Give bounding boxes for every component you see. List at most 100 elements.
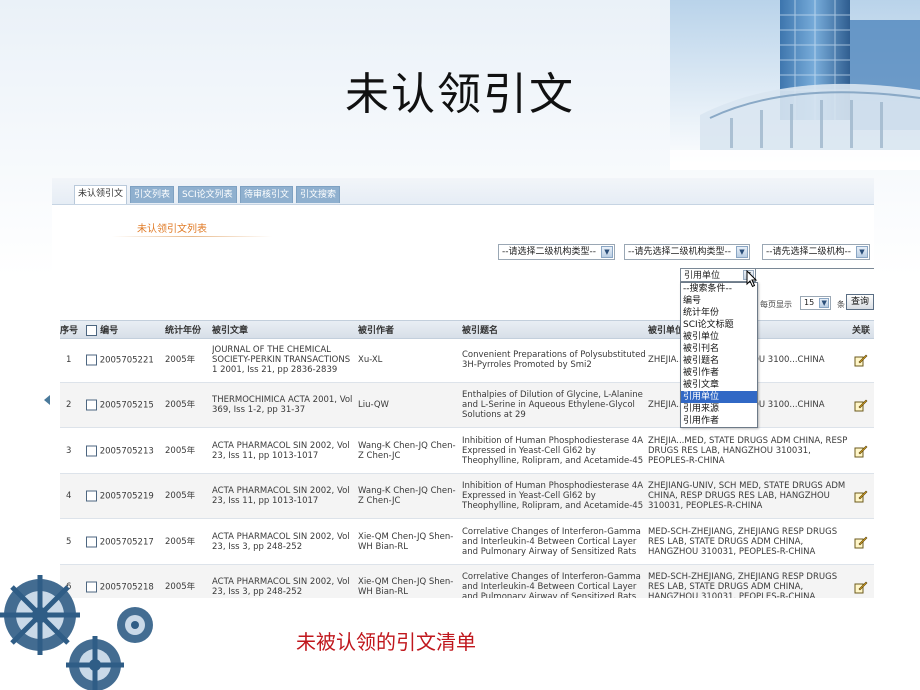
row-id-cell: 2005705215	[86, 399, 166, 411]
row-year: 2005年	[165, 355, 196, 365]
chevron-down-icon: ▼	[819, 298, 830, 308]
row-cited-author: Xie-QM Chen-JQ Shen-WH Bian-RL	[358, 577, 454, 597]
row-cited-source: ACTA PHARMACOL SIN 2002, Vol 23, Iss 3, …	[212, 577, 350, 597]
search-field-option[interactable]: 编号	[681, 295, 757, 307]
search-field-option[interactable]: 被引刊名	[681, 343, 757, 355]
row-checkbox[interactable]	[86, 490, 97, 502]
org-type-select[interactable]: --请选择二级机构类型-- ▼	[498, 244, 615, 260]
row-cited-author: Wang-K Chen-JQ Chen-Z Chen-JC	[358, 486, 456, 506]
chevron-down-icon: ▼	[601, 246, 613, 258]
search-field-option[interactable]: 引用来源	[681, 403, 757, 415]
slide-caption: 未被认领的引文清单	[296, 630, 476, 654]
table-row: 4 2005705219 2005年 ACTA PHARMACOL SIN 2002…	[60, 474, 874, 519]
row-id: 2005705221	[99, 355, 154, 366]
org-type2-select[interactable]: --请先选择二级机构类型-- ▼	[624, 244, 750, 260]
tab-pending-review[interactable]: 待审核引文	[240, 186, 294, 203]
row-checkbox[interactable]	[86, 399, 97, 411]
search-field-option[interactable]: 被引单位	[681, 331, 757, 343]
row-index: 2	[66, 400, 72, 410]
row-cited-author: Xie-QM Chen-JQ Shen-WH Bian-RL	[358, 532, 454, 552]
header-cited-source: 被引文章	[212, 326, 249, 336]
edit-icon[interactable]	[854, 580, 868, 594]
search-field-selected: 引用单位	[684, 271, 721, 281]
row-cited-source: THERMOCHIMICA ACTA 2001, Vol 369, Iss 1-…	[212, 395, 353, 415]
search-field-option[interactable]: 引用单位	[681, 391, 757, 403]
row-cited-title: Correlative Changes of Interferon-Gamma …	[462, 527, 641, 557]
tab-unclaimed-citations[interactable]: 未认领引文	[74, 185, 128, 204]
row-index: 4	[66, 491, 72, 501]
header-year: 统计年份	[165, 326, 202, 336]
tab-citation-search[interactable]: 引文搜索	[296, 186, 341, 203]
header-select-all: 编号	[86, 323, 118, 336]
row-id-cell: 2005705219	[86, 490, 166, 502]
edit-icon[interactable]	[854, 444, 868, 458]
row-cited-org: MED-SCH-ZHEJIANG, ZHEJIANG RESP DRUGS RE…	[648, 572, 838, 598]
slide-nav-marker	[44, 395, 50, 405]
table-row: 5 2005705217 2005年 ACTA PHARMACOL SIN 2002…	[60, 520, 874, 565]
org-select[interactable]: --请先选择二级机构-- ▼	[762, 244, 870, 260]
tab-citation-list[interactable]: 引文列表	[130, 186, 175, 203]
header-cited-org: 被引单位	[648, 326, 685, 336]
row-cited-title: Correlative Changes of Interferon-Gamma …	[462, 572, 641, 598]
edit-icon[interactable]	[854, 398, 868, 412]
search-field-option[interactable]: SCI论文标题	[681, 319, 757, 331]
row-id-cell: 2005705213	[86, 445, 166, 457]
search-field-option[interactable]: 引用作者	[681, 415, 757, 427]
header-index: 序号	[60, 326, 79, 336]
row-id: 2005705219	[99, 491, 154, 502]
citation-app-window: 未认领引文 引文列表 SCI论文列表 待审核引文 引文搜索 未认领引文列表 --…	[52, 178, 874, 598]
table-row: 3 2005705213 2005年 ACTA PHARMACOL SIN 2002…	[60, 429, 874, 474]
search-field-options: --搜索条件-- 编号 统计年份 SCI论文标题 被引单位 被引刊名 被引题名 被引作者 被引文…	[680, 282, 758, 428]
row-year: 2005年	[165, 491, 196, 501]
edit-icon[interactable]	[854, 489, 868, 503]
chevron-down-icon: ▼	[736, 246, 748, 258]
per-page-label: 每页显示	[760, 300, 792, 309]
org-type2-select-value: --请先选择二级机构类型--	[628, 247, 731, 257]
header-cited-title: 被引题名	[462, 326, 499, 336]
edit-icon[interactable]	[854, 353, 868, 367]
row-index: 3	[66, 446, 72, 456]
slide-title: 未认领引文	[345, 69, 575, 120]
row-id-cell: 2005705217	[86, 536, 166, 548]
org-select-value: --请先选择二级机构--	[766, 247, 851, 257]
row-checkbox[interactable]	[86, 354, 97, 366]
row-id: 2005705215	[99, 400, 154, 411]
row-year: 2005年	[165, 537, 196, 547]
row-cited-org: ZHEJIA...MED, STATE DRUGS ADM CHINA, RES…	[648, 436, 848, 466]
row-cited-author: Wang-K Chen-JQ Chen-Z Chen-JC	[358, 441, 456, 461]
query-button[interactable]: 查询	[846, 294, 874, 310]
row-index: 1	[66, 355, 72, 365]
per-page-select[interactable]: 15 ▼	[800, 296, 832, 310]
chevron-down-icon: ▼	[856, 246, 868, 258]
row-cited-author: Liu-QW	[358, 400, 389, 410]
row-checkbox[interactable]	[86, 536, 97, 548]
row-cited-title: Convenient Preparations of Polysubstitut…	[462, 350, 646, 370]
title-divider	[112, 236, 272, 237]
row-checkbox[interactable]	[86, 445, 97, 457]
search-field-option[interactable]: 统计年份	[681, 307, 757, 319]
row-cited-author: Xu-XL	[358, 355, 383, 365]
row-index: 5	[66, 537, 72, 547]
row-cited-title: Inhibition of Human Phosphodiesterase 4A…	[462, 436, 644, 466]
tab-bar: 未认领引文 引文列表 SCI论文列表 待审核引文 引文搜索	[52, 178, 874, 205]
select-all-checkbox[interactable]	[86, 325, 97, 336]
row-year: 2005年	[165, 446, 196, 456]
header-action: 关联	[852, 326, 871, 336]
row-cited-source: ACTA PHARMACOL SIN 2002, Vol 23, Iss 11,…	[212, 441, 350, 461]
row-cited-source: ACTA PHARMACOL SIN 2002, Vol 23, Iss 11,…	[212, 486, 350, 506]
edit-icon[interactable]	[854, 535, 868, 549]
row-cited-source: JOURNAL OF THE CHEMICAL SOCIETY-PERKIN T…	[212, 345, 351, 375]
search-field-option[interactable]: 被引题名	[681, 355, 757, 367]
org-type-select-value: --请选择二级机构类型--	[502, 247, 596, 257]
row-id: 2005705217	[99, 537, 154, 548]
row-cited-title: Inhibition of Human Phosphodiesterase 4A…	[462, 481, 644, 511]
search-field-select[interactable]: 引用单位 ▼	[680, 268, 756, 282]
row-year: 2005年	[165, 400, 196, 410]
list-title: 未认领引文列表	[137, 224, 207, 235]
tab-sci-paper-list[interactable]: SCI论文列表	[178, 186, 237, 203]
search-field-option[interactable]: 被引文章	[681, 379, 757, 391]
per-page-suffix: 条	[837, 300, 845, 309]
row-id: 2005705213	[99, 446, 154, 457]
row-cited-source: ACTA PHARMACOL SIN 2002, Vol 23, Iss 3, …	[212, 532, 350, 552]
search-field-option[interactable]: 被引作者	[681, 367, 757, 379]
